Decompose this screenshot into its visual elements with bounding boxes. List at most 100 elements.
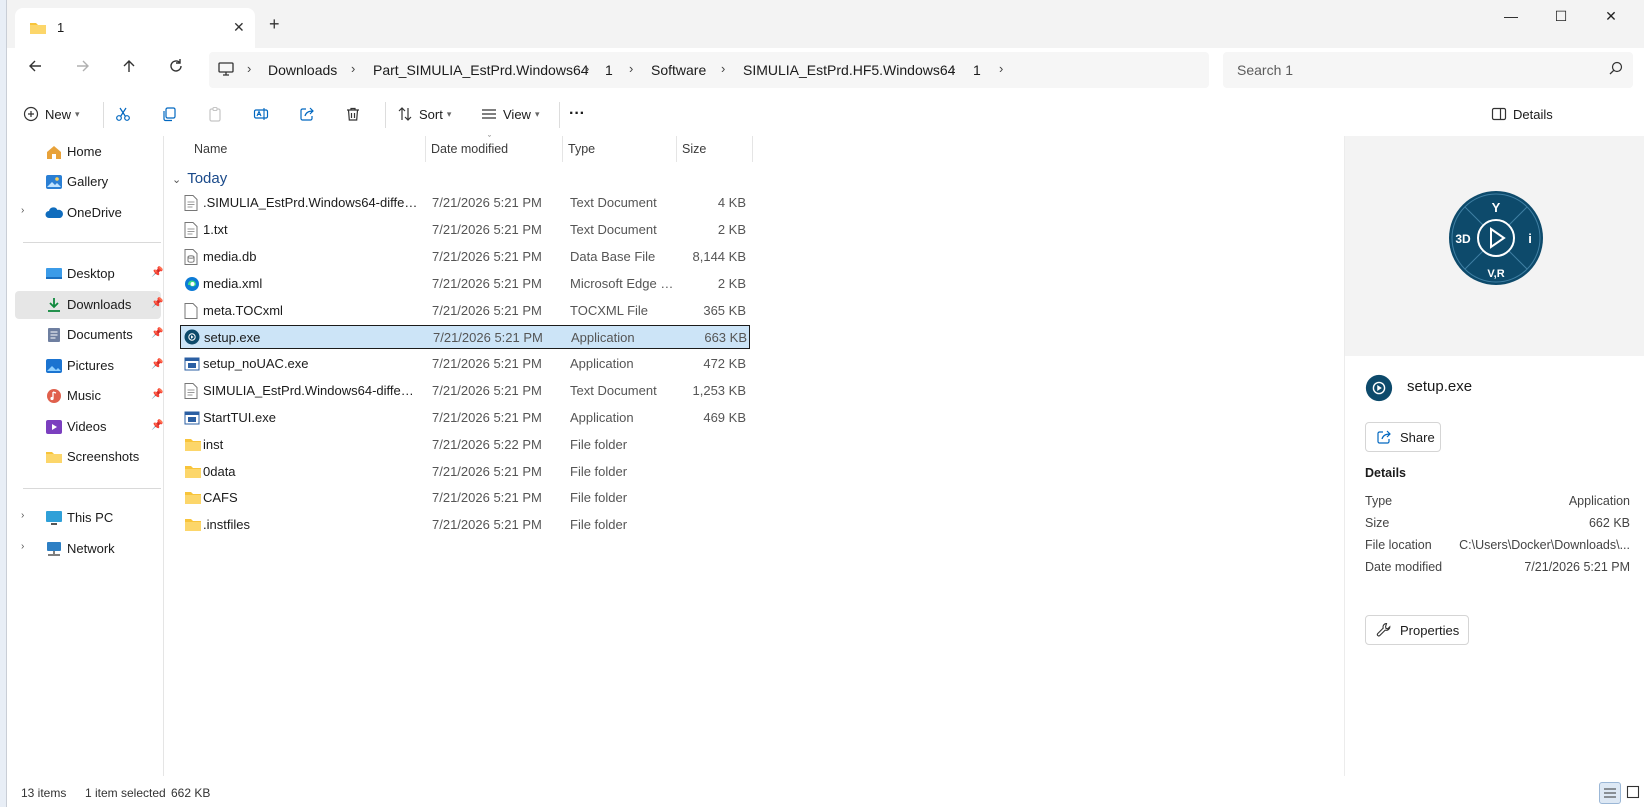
- column-header-type[interactable]: Type: [568, 142, 595, 156]
- application-icon: [184, 410, 200, 429]
- breadcrumb-1[interactable]: 1: [605, 62, 613, 78]
- details-share-button[interactable]: Share: [1365, 422, 1441, 452]
- delete-button[interactable]: [345, 102, 361, 126]
- computer-icon[interactable]: [217, 61, 235, 80]
- sidebar-item-videos[interactable]: Videos 📌: [15, 413, 163, 441]
- breadcrumb-chevron-icon[interactable]: ›: [721, 61, 725, 76]
- view-button[interactable]: View ▾: [481, 102, 539, 126]
- breadcrumb-chevron-icon[interactable]: ›: [351, 61, 355, 76]
- new-button[interactable]: New ▾: [23, 102, 80, 126]
- pin-icon[interactable]: 📌: [151, 389, 163, 400]
- new-tab-button[interactable]: +: [269, 14, 280, 35]
- sidebar-item-this-pc[interactable]: › This PC: [15, 504, 161, 532]
- breadcrumb-chevron-icon[interactable]: ›: [951, 61, 955, 76]
- column-divider[interactable]: [676, 136, 677, 162]
- pin-icon[interactable]: 📌: [151, 328, 163, 339]
- cut-button[interactable]: [115, 102, 131, 126]
- breadcrumb-chevron-icon[interactable]: ›: [585, 61, 589, 76]
- folder-row[interactable]: inst 7/21/2026 5:22 PM File folder: [180, 433, 750, 457]
- folder-row[interactable]: .instfiles 7/21/2026 5:21 PM File folder: [180, 513, 750, 537]
- column-header-date[interactable]: Date modified: [431, 142, 508, 156]
- breadcrumb-chevron-icon[interactable]: ›: [629, 61, 633, 76]
- column-header-name[interactable]: Name: [194, 142, 227, 156]
- scissors-icon: [116, 107, 130, 121]
- sidebar-item-documents[interactable]: Documents 📌: [15, 321, 163, 349]
- edge-icon: [184, 276, 200, 295]
- sidebar-item-downloads[interactable]: Downloads 📌: [15, 291, 163, 319]
- breadcrumb-chevron-icon[interactable]: ›: [247, 61, 251, 76]
- sort-icon: [398, 107, 412, 121]
- forward-button[interactable]: [69, 56, 97, 84]
- tiles-view-button[interactable]: [1623, 782, 1643, 802]
- maximize-button[interactable]: ☐: [1541, 8, 1581, 32]
- file-name: setup.exe: [204, 330, 261, 345]
- file-date: 7/21/2026 5:21 PM: [432, 490, 542, 505]
- breadcrumb-1-current[interactable]: 1: [973, 62, 981, 78]
- trash-icon: [347, 107, 359, 121]
- column-header-size[interactable]: Size: [682, 142, 706, 156]
- close-window-button[interactable]: ✕: [1591, 8, 1631, 32]
- up-button[interactable]: [115, 56, 143, 84]
- breadcrumb-software[interactable]: Software: [651, 62, 706, 78]
- share-button[interactable]: [299, 102, 315, 126]
- breadcrumb[interactable]: › Downloads › Part_SIMULIA_EstPrd.Window…: [209, 52, 1209, 88]
- rename-button[interactable]: [253, 102, 269, 126]
- gallery-icon: [45, 174, 63, 193]
- sidebar-item-music[interactable]: Music 📌: [15, 382, 163, 410]
- paste-button[interactable]: [207, 102, 223, 126]
- folder-row[interactable]: CAFS 7/21/2026 5:21 PM File folder: [180, 486, 750, 510]
- sidebar-item-screenshots[interactable]: Screenshots: [15, 443, 161, 471]
- more-options-button[interactable]: ···: [569, 102, 585, 126]
- folder-icon: [29, 20, 47, 39]
- file-row[interactable]: meta.TOCxml 7/21/2026 5:21 PM TOCXML Fil…: [180, 299, 750, 323]
- back-button[interactable]: [21, 56, 49, 84]
- file-date: 7/21/2026 5:21 PM: [432, 222, 542, 237]
- sidebar-item-gallery[interactable]: Gallery: [15, 168, 161, 196]
- file-row[interactable]: StartTUI.exe 7/21/2026 5:21 PM Applicati…: [180, 406, 750, 430]
- refresh-button[interactable]: [162, 56, 190, 84]
- folder-icon: [184, 517, 202, 536]
- address-bar-row: › Downloads › Part_SIMULIA_EstPrd.Window…: [7, 48, 1644, 93]
- breadcrumb-downloads[interactable]: Downloads: [268, 62, 337, 78]
- file-row[interactable]: setup_noUAC.exe 7/21/2026 5:21 PM Applic…: [180, 352, 750, 376]
- properties-button[interactable]: Properties: [1365, 615, 1469, 645]
- close-tab-icon[interactable]: ✕: [233, 19, 245, 36]
- sort-button[interactable]: Sort ▾: [397, 102, 451, 126]
- minimize-button[interactable]: —: [1491, 8, 1531, 32]
- pin-icon[interactable]: 📌: [151, 298, 163, 309]
- breadcrumb-chevron-icon[interactable]: ›: [999, 61, 1003, 76]
- chevron-right-icon[interactable]: ›: [21, 510, 24, 521]
- pictures-icon: [45, 358, 63, 377]
- file-row[interactable]: SIMULIA_EstPrd.Windows64-differences-...…: [180, 379, 750, 403]
- file-row[interactable]: media.db 7/21/2026 5:21 PM Data Base Fil…: [180, 245, 750, 269]
- breadcrumb-simulia-hf5[interactable]: SIMULIA_EstPrd.HF5.Windows64: [743, 62, 955, 78]
- sidebar-item-network[interactable]: › Network: [15, 535, 161, 563]
- pin-icon[interactable]: 📌: [151, 359, 163, 370]
- file-row[interactable]: .SIMULIA_EstPrd.Windows64-differences...…: [180, 191, 750, 215]
- status-bar: 13 items 1 item selected 662 KB: [7, 776, 1644, 807]
- pin-icon[interactable]: 📌: [151, 420, 163, 431]
- details-pane-button[interactable]: Details: [1491, 102, 1553, 126]
- share-icon: [1377, 430, 1391, 444]
- sidebar-item-onedrive[interactable]: › OneDrive: [15, 199, 161, 227]
- sidebar-item-desktop[interactable]: Desktop 📌: [15, 260, 163, 288]
- column-divider[interactable]: [562, 136, 563, 162]
- folder-row[interactable]: 0data 7/21/2026 5:21 PM File folder: [180, 460, 750, 484]
- details-view-button[interactable]: [1599, 782, 1621, 804]
- copy-button[interactable]: [161, 102, 177, 126]
- chevron-right-icon[interactable]: ›: [21, 541, 24, 552]
- sidebar-item-pictures[interactable]: Pictures 📌: [15, 352, 163, 380]
- search-input[interactable]: Search 1: [1237, 62, 1293, 78]
- tab-current[interactable]: 1 ✕: [15, 8, 255, 48]
- search-box[interactable]: Search 1: [1223, 52, 1633, 88]
- breadcrumb-part-simulia[interactable]: Part_SIMULIA_EstPrd.Windows64: [373, 62, 589, 78]
- column-divider[interactable]: [425, 136, 426, 162]
- column-divider[interactable]: [752, 136, 753, 162]
- sidebar-item-home[interactable]: Home: [15, 138, 161, 166]
- chevron-right-icon[interactable]: ›: [21, 205, 24, 216]
- group-header-today[interactable]: ⌄ Today: [172, 170, 227, 187]
- file-row[interactable]: media.xml 7/21/2026 5:21 PM Microsoft Ed…: [180, 272, 750, 296]
- file-row-selected[interactable]: setup.exe 7/21/2026 5:21 PM Application …: [180, 325, 750, 349]
- file-row[interactable]: 1.txt 7/21/2026 5:21 PM Text Document 2 …: [180, 218, 750, 242]
- pin-icon[interactable]: 📌: [151, 267, 163, 278]
